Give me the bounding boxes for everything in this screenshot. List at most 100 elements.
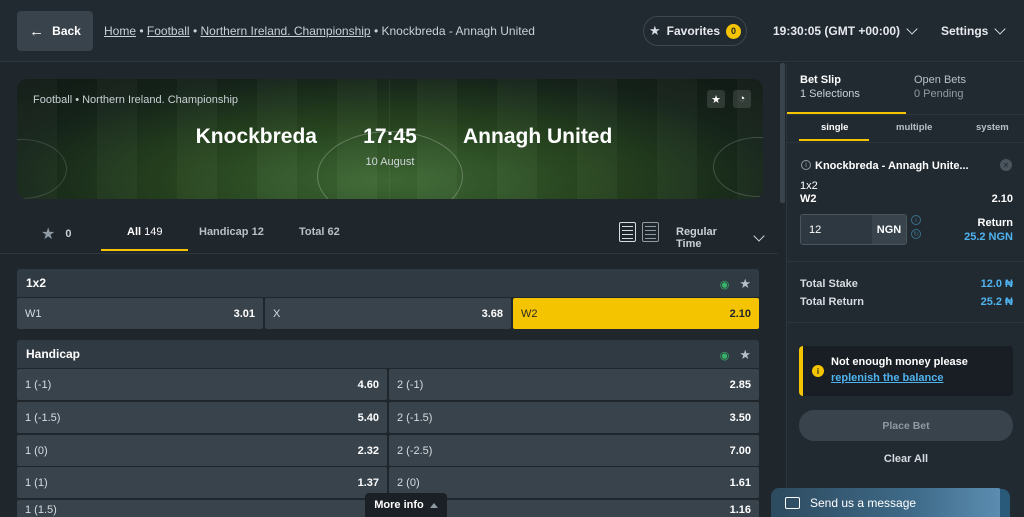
total-return-value: 25.2 ₦ xyxy=(980,296,1013,308)
favorite-star-icon[interactable]: ★ xyxy=(707,90,725,108)
arrow-left-icon: ← xyxy=(29,22,45,40)
chat-handle xyxy=(1000,489,1010,517)
favorites-button[interactable]: ★ Favorites 0 xyxy=(643,16,747,46)
tab-favorites-count: 0 xyxy=(65,228,72,240)
active-tab-indicator xyxy=(101,249,188,251)
banner-league: Football • Northern Ireland. Championshi… xyxy=(33,94,239,106)
tab-total[interactable]: Total 62 xyxy=(299,226,340,238)
home-team: Knockbreda xyxy=(195,125,317,148)
banner-icons: ★ ◔ xyxy=(707,90,751,108)
market-header-1x2[interactable]: 1x2 ◉ ★ xyxy=(17,269,759,297)
chevron-down-icon xyxy=(906,23,918,35)
odd-handicap[interactable]: 1 (1) 1.37 xyxy=(17,467,387,498)
match-time: 17:45 xyxy=(363,125,417,148)
away-team: Annagh United xyxy=(463,125,613,148)
breadcrumb-current: Knockbreda - Annagh United xyxy=(381,24,535,38)
type-single[interactable]: single xyxy=(821,122,848,133)
breadcrumb-home[interactable]: Home xyxy=(104,24,136,38)
active-type-indicator xyxy=(799,139,869,141)
replenish-link[interactable]: replenish the balance xyxy=(831,372,943,384)
star-icon: ★ xyxy=(648,23,661,38)
return-label: Return xyxy=(977,217,1013,229)
live-tracker-icon[interactable]: ◉ xyxy=(720,349,730,362)
odd-handicap[interactable]: 2 (-1.5) 3.50 xyxy=(389,402,759,433)
back-label: Back xyxy=(52,24,81,38)
chevron-down-icon xyxy=(994,23,1007,35)
back-button[interactable]: ← Back xyxy=(17,11,93,51)
selection-match: Knockbreda - Annagh Unite... xyxy=(815,160,969,172)
list-view-icon[interactable] xyxy=(619,222,636,242)
close-icon[interactable]: ✕ xyxy=(1000,159,1012,171)
clear-all-button[interactable]: Clear All xyxy=(799,453,1013,465)
total-stake-value: 12.0 ₦ xyxy=(980,278,1013,290)
caret-up-icon xyxy=(429,502,438,508)
market-icons: ◉ ★ xyxy=(720,276,751,292)
settings-label: Settings xyxy=(941,24,989,38)
selection-market: 1x2 xyxy=(800,180,818,192)
star-icon[interactable]: ★ xyxy=(739,347,751,363)
match-date: 10 August xyxy=(365,156,415,168)
market-title: Handicap xyxy=(26,347,81,361)
selection-outcome: W2 xyxy=(800,193,817,205)
odd-w2-selected[interactable]: W2 2.10 xyxy=(513,298,759,329)
type-multiple[interactable]: multiple xyxy=(896,122,932,133)
divider xyxy=(787,322,1024,323)
divider xyxy=(787,114,1024,115)
breadcrumb-football[interactable]: Football xyxy=(147,24,190,38)
top-bar: ← Back Home • Football • Northern Irelan… xyxy=(0,0,1024,62)
star-icon[interactable]: ★ xyxy=(739,276,751,292)
scrollbar[interactable] xyxy=(780,63,785,203)
selection-odd: 2.10 xyxy=(991,193,1013,205)
breadcrumb: Home • Football • Northern Ireland. Cham… xyxy=(104,24,535,38)
divider xyxy=(787,261,1024,262)
odd-w1[interactable]: W1 3.01 xyxy=(17,298,263,329)
settings-dropdown[interactable]: Settings xyxy=(941,23,1007,38)
warning-accent-bar xyxy=(799,346,803,396)
tab-bet-slip[interactable]: Bet Slip 1 Selections xyxy=(800,74,860,100)
odd-x[interactable]: X 3.68 xyxy=(265,298,511,329)
message-icon xyxy=(785,496,800,509)
odd-handicap[interactable]: 2 (-1) 2.85 xyxy=(389,369,759,400)
star-icon: ★ xyxy=(41,226,56,243)
tab-handicap[interactable]: Handicap 12 xyxy=(199,226,264,238)
tab-all[interactable]: All 149 xyxy=(127,226,162,238)
favorites-label: Favorites xyxy=(666,24,720,38)
total-return-label: Total Return xyxy=(800,296,864,308)
period-dropdown[interactable]: Regular Time xyxy=(676,226,765,250)
match-banner: Football • Northern Ireland. Championshi… xyxy=(17,79,763,199)
stake-input[interactable] xyxy=(801,215,872,244)
refresh-icon[interactable]: ↻ xyxy=(911,229,921,239)
type-system[interactable]: system xyxy=(976,122,1009,133)
balance-warning: i Not enough money please replenish the … xyxy=(799,346,1013,396)
info-icon[interactable]: i xyxy=(801,160,811,170)
tab-open-bets[interactable]: Open Bets 0 Pending xyxy=(914,74,966,100)
odd-handicap[interactable]: 2 (-2.5) 7.00 xyxy=(389,435,759,466)
statistics-icon[interactable]: ◔ xyxy=(733,90,751,108)
table-view-icon[interactable] xyxy=(642,222,659,242)
more-info-button[interactable]: More info xyxy=(365,493,447,517)
market-header-handicap[interactable]: Handicap ◉ ★ xyxy=(17,340,759,368)
total-stake-label: Total Stake xyxy=(800,278,858,290)
clock-dropdown[interactable]: 19:30:05 (GMT +00:00) xyxy=(773,23,918,38)
odd-handicap[interactable]: 1 (1.5) 1 xyxy=(17,500,387,517)
chevron-down-icon xyxy=(753,230,765,242)
return-value: 25.2 NGN xyxy=(964,231,1013,243)
bet-slip-panel: Bet Slip 1 Selections Open Bets 0 Pendin… xyxy=(771,63,1024,517)
send-message-button[interactable]: Send us a message xyxy=(771,488,1005,517)
market-icons: ◉ ★ xyxy=(720,347,751,363)
stake-icons: i ↻ xyxy=(911,215,921,239)
odd-handicap[interactable]: 1 (0) 2.32 xyxy=(17,435,387,466)
favorites-count-badge: 0 xyxy=(726,23,741,39)
odd-handicap[interactable]: 1 (-1.5) 5.40 xyxy=(17,402,387,433)
odd-handicap[interactable]: 1 (-1) 4.60 xyxy=(17,369,387,400)
divider xyxy=(787,142,1024,143)
place-bet-button[interactable]: Place Bet xyxy=(799,410,1013,441)
market-filter-tabs: ★ 0 All 149 Handicap 12 Total 62 Regular… xyxy=(17,211,765,253)
info-icon[interactable]: i xyxy=(911,215,921,225)
breadcrumb-league[interactable]: Northern Ireland. Championship xyxy=(201,24,371,38)
live-tracker-icon[interactable]: ◉ xyxy=(720,278,730,291)
stake-currency: NGN xyxy=(872,215,906,244)
divider xyxy=(0,253,778,254)
main-content: Football • Northern Ireland. Championshi… xyxy=(0,63,778,517)
tab-favorites[interactable]: ★ 0 xyxy=(41,224,71,244)
